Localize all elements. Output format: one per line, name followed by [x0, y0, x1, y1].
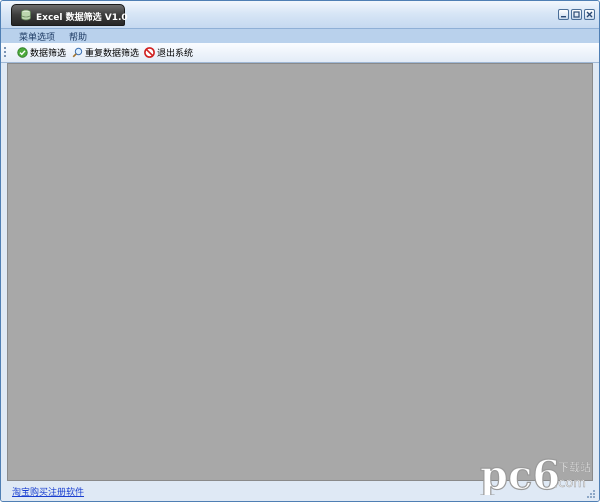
minimize-icon	[561, 16, 566, 18]
pc6-watermark-logo: pc6 下载站 .com	[479, 451, 591, 495]
app-icon	[21, 9, 31, 21]
toolbar: 数据筛选 重复数据筛选 退出系统	[1, 43, 599, 63]
check-circle-icon	[17, 47, 28, 58]
maximize-button[interactable]	[571, 9, 582, 20]
title-tab: Excel 数据筛选 V1.0	[11, 4, 128, 26]
refilter-button-label: 重复数据筛选	[85, 49, 140, 59]
menu-bar: 菜单选项 帮助	[1, 29, 599, 43]
exit-button-label: 退出系统	[157, 49, 194, 59]
main-window: Excel 数据筛选 V1.0 菜单选项 帮助 数据筛选 重复数据筛选 退出系统…	[0, 0, 600, 502]
title-bar[interactable]: Excel 数据筛选 V1.0	[1, 1, 599, 29]
close-icon	[586, 11, 593, 18]
minimize-button[interactable]	[558, 9, 569, 20]
stop-icon	[144, 47, 155, 58]
window-title: Excel 数据筛选 V1.0	[36, 13, 128, 23]
workspace-area[interactable]	[7, 63, 593, 481]
close-button[interactable]	[584, 9, 595, 20]
watermark-domain: .com	[554, 476, 586, 491]
watermark-tagline: 下载站	[558, 460, 591, 474]
filter-button[interactable]: 数据筛选	[17, 45, 66, 60]
refilter-button[interactable]: 重复数据筛选	[72, 45, 139, 60]
watermark-brand: pc6	[480, 452, 560, 495]
window-controls	[558, 9, 595, 22]
menu-options[interactable]: 菜单选项	[19, 30, 55, 43]
buy-license-link[interactable]: 淘宝购买注册软件	[12, 485, 84, 498]
exit-button[interactable]: 退出系统	[144, 45, 193, 60]
toolbar-grip[interactable]	[4, 47, 6, 59]
maximize-icon	[573, 11, 580, 18]
search-icon	[72, 47, 83, 58]
filter-button-label: 数据筛选	[30, 49, 67, 59]
menu-help[interactable]: 帮助	[69, 30, 87, 43]
